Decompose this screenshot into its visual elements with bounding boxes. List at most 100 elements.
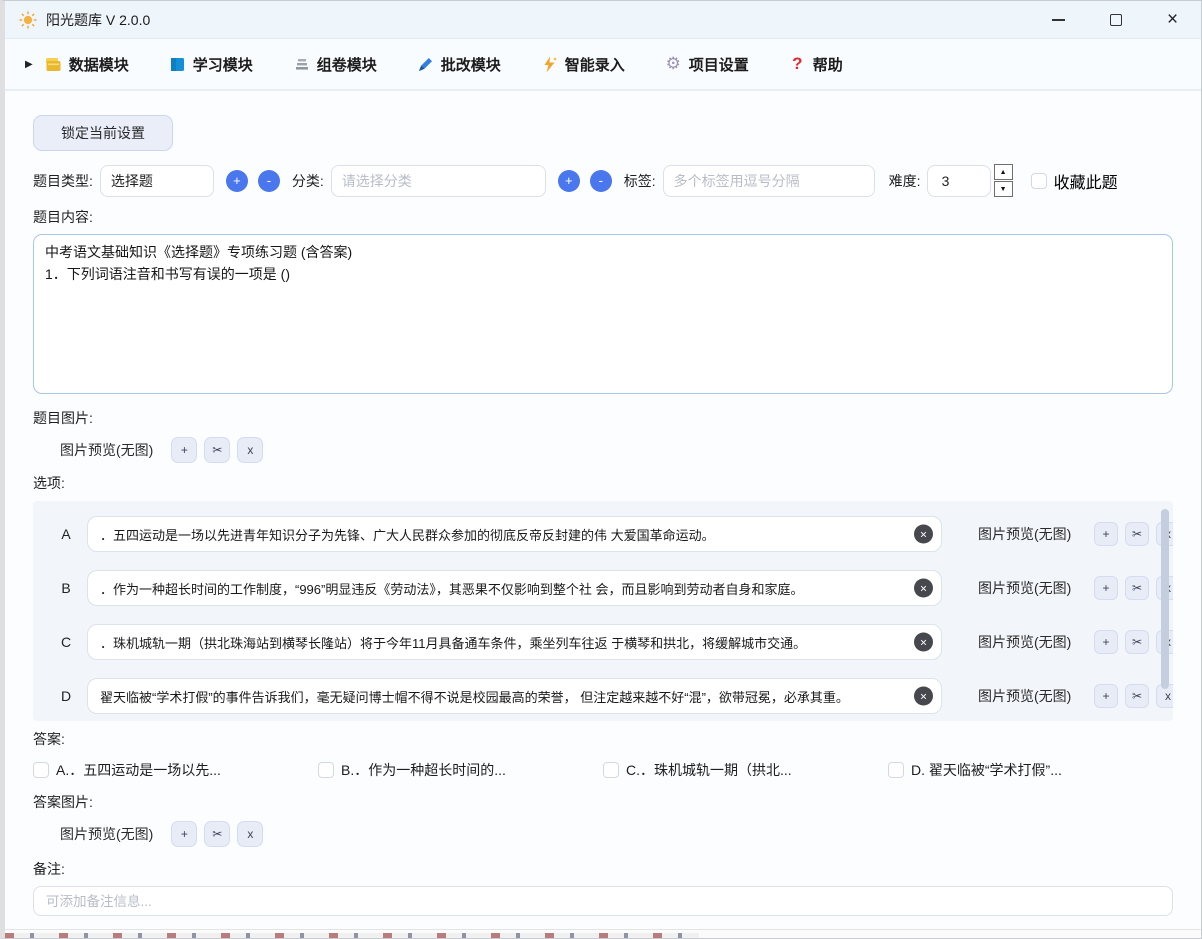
pen-icon bbox=[417, 56, 434, 73]
category-remove-button[interactable]: - bbox=[590, 170, 612, 192]
tags-input[interactable] bbox=[663, 165, 875, 197]
menubar: ▶ 数据模块 学习模块 组卷模块 批改模块 bbox=[5, 39, 1201, 91]
answers-label: 答案: bbox=[33, 729, 1173, 749]
difficulty-input[interactable] bbox=[927, 165, 991, 197]
option-input-a[interactable] bbox=[87, 516, 942, 552]
option-clear-button[interactable]: × bbox=[914, 633, 933, 652]
menu-item-label: 帮助 bbox=[813, 54, 843, 75]
option-image-preview-label: 图片预览(无图) bbox=[978, 524, 1072, 544]
option-input-c[interactable] bbox=[87, 624, 942, 660]
option-image-add-button[interactable]: + bbox=[1094, 522, 1118, 546]
category-add-button[interactable]: + bbox=[558, 170, 580, 192]
option-letter: B bbox=[51, 580, 81, 596]
favorite-checkbox[interactable] bbox=[1031, 173, 1047, 189]
option-row-a: A × 图片预览(无图) + ✂ x bbox=[33, 516, 1173, 552]
option-image-crop-button[interactable]: ✂ bbox=[1125, 522, 1149, 546]
menu-caret-icon[interactable]: ▶ bbox=[25, 59, 33, 70]
book-icon bbox=[169, 56, 186, 73]
option-input-wrap: × bbox=[87, 570, 942, 606]
question-type-label: 题目类型: bbox=[33, 171, 93, 191]
question-image-crop-button[interactable]: ✂ bbox=[204, 437, 230, 463]
stack-icon bbox=[293, 56, 310, 73]
menu-item-study[interactable]: 学习模块 bbox=[169, 54, 253, 75]
option-input-wrap: × bbox=[87, 624, 942, 660]
option-image-crop-button[interactable]: ✂ bbox=[1125, 630, 1149, 654]
question-image-add-button[interactable]: + bbox=[171, 437, 197, 463]
option-image-crop-button[interactable]: ✂ bbox=[1125, 684, 1149, 708]
option-input-b[interactable] bbox=[87, 570, 942, 606]
favorite-label: 收藏此题 bbox=[1054, 169, 1118, 193]
difficulty-down-button[interactable]: ▼ bbox=[994, 181, 1013, 197]
type-add-button[interactable]: + bbox=[226, 170, 248, 192]
app-window: 阳光题库 V 2.0.0 × ▶ 数据模块 学习模块 组卷模块 bbox=[0, 0, 1202, 939]
answer-image-preview-row: 图片预览(无图) + ✂ x bbox=[33, 821, 1173, 847]
menu-item-label: 批改模块 bbox=[441, 54, 501, 75]
background-window-fragments bbox=[5, 933, 699, 938]
option-image-add-button[interactable]: + bbox=[1094, 576, 1118, 600]
answer-image-crop-button[interactable]: ✂ bbox=[204, 821, 230, 847]
main-content: 锁定当前设置 题目类型: + - 分类: + - 标签: 难度: ▲ ▼ bbox=[5, 91, 1201, 939]
sun-icon bbox=[19, 11, 37, 29]
options-scrollbar[interactable] bbox=[1161, 509, 1169, 689]
option-image-crop-button[interactable]: ✂ bbox=[1125, 576, 1149, 600]
remark-input[interactable] bbox=[33, 886, 1173, 916]
category-input[interactable] bbox=[331, 165, 546, 197]
answer-checkbox-a[interactable] bbox=[33, 762, 49, 778]
menu-item-grade[interactable]: 批改模块 bbox=[417, 54, 501, 75]
menu-item-label: 学习模块 bbox=[193, 54, 253, 75]
menu-item-smart-entry[interactable]: 智能录入 bbox=[541, 54, 625, 75]
menu-item-label: 项目设置 bbox=[689, 54, 749, 75]
answer-label: D. 翟天临被“学术打假”... bbox=[911, 760, 1062, 780]
menu-item-settings[interactable]: ⚙ 项目设置 bbox=[665, 54, 749, 75]
answer-image-remove-button[interactable]: x bbox=[237, 821, 263, 847]
answer-checkbox-b[interactable] bbox=[318, 762, 334, 778]
answer-checkbox-c[interactable] bbox=[603, 762, 619, 778]
option-input-wrap: × bbox=[87, 678, 942, 714]
option-input-wrap: × bbox=[87, 516, 942, 552]
question-image-remove-button[interactable]: x bbox=[237, 437, 263, 463]
answer-image-add-button[interactable]: + bbox=[171, 821, 197, 847]
option-image-preview-label: 图片预览(无图) bbox=[978, 686, 1072, 706]
close-icon: × bbox=[1167, 10, 1178, 29]
close-button[interactable]: × bbox=[1144, 1, 1201, 38]
menu-item-label: 智能录入 bbox=[565, 54, 625, 75]
options-label: 选项: bbox=[33, 473, 1173, 493]
lock-settings-button[interactable]: 锁定当前设置 bbox=[33, 115, 173, 151]
window-title: 阳光题库 V 2.0.0 bbox=[46, 10, 150, 30]
question-content-textarea[interactable]: 中考语文基础知识《选择题》专项练习题 (含答案) 1．下列词语注音和书写有误的一… bbox=[33, 234, 1173, 394]
answer-label: B.．作为一种超长时间的... bbox=[341, 760, 506, 780]
option-image-add-button[interactable]: + bbox=[1094, 684, 1118, 708]
background-window-sliver bbox=[5, 929, 1201, 938]
window-controls: × bbox=[1030, 1, 1201, 38]
answer-item-d: D. 翟天临被“学术打假”... bbox=[888, 760, 1173, 780]
menu-item-data[interactable]: 数据模块 bbox=[45, 54, 129, 75]
option-letter: C bbox=[51, 634, 81, 650]
difficulty-spinner: ▲ ▼ bbox=[927, 164, 1013, 197]
menu-item-label: 数据模块 bbox=[69, 54, 129, 75]
option-letter: A bbox=[51, 526, 81, 542]
menu-item-help[interactable]: ? 帮助 bbox=[789, 54, 843, 75]
answer-checkbox-d[interactable] bbox=[888, 762, 904, 778]
question-image-preview-label: 图片预览(无图) bbox=[60, 440, 153, 460]
answer-image-preview-label: 图片预览(无图) bbox=[60, 824, 153, 844]
option-clear-button[interactable]: × bbox=[914, 687, 933, 706]
answer-image-label: 答案图片: bbox=[33, 792, 1173, 812]
options-panel: A × 图片预览(无图) + ✂ x B × 图片预览(无图) bbox=[33, 501, 1173, 721]
type-remove-button[interactable]: - bbox=[258, 170, 280, 192]
difficulty-up-button[interactable]: ▲ bbox=[994, 164, 1013, 180]
answer-label: C.．珠机城轨一期（拱北... bbox=[626, 760, 792, 780]
tags-label: 标签: bbox=[624, 171, 656, 191]
maximize-button[interactable] bbox=[1087, 1, 1144, 38]
option-image-add-button[interactable]: + bbox=[1094, 630, 1118, 654]
help-icon: ? bbox=[789, 56, 806, 73]
option-row-d: D × 图片预览(无图) + ✂ x bbox=[33, 678, 1173, 714]
menu-item-paper[interactable]: 组卷模块 bbox=[293, 54, 377, 75]
minimize-button[interactable] bbox=[1030, 1, 1087, 38]
answer-item-c: C.．珠机城轨一期（拱北... bbox=[603, 760, 888, 780]
option-input-d[interactable] bbox=[87, 678, 942, 714]
question-type-input[interactable] bbox=[100, 165, 214, 197]
folder-icon bbox=[45, 56, 62, 73]
option-clear-button[interactable]: × bbox=[914, 525, 933, 544]
meta-row: 题目类型: + - 分类: + - 标签: 难度: ▲ ▼ 收藏此题 bbox=[33, 164, 1173, 197]
option-clear-button[interactable]: × bbox=[914, 579, 933, 598]
